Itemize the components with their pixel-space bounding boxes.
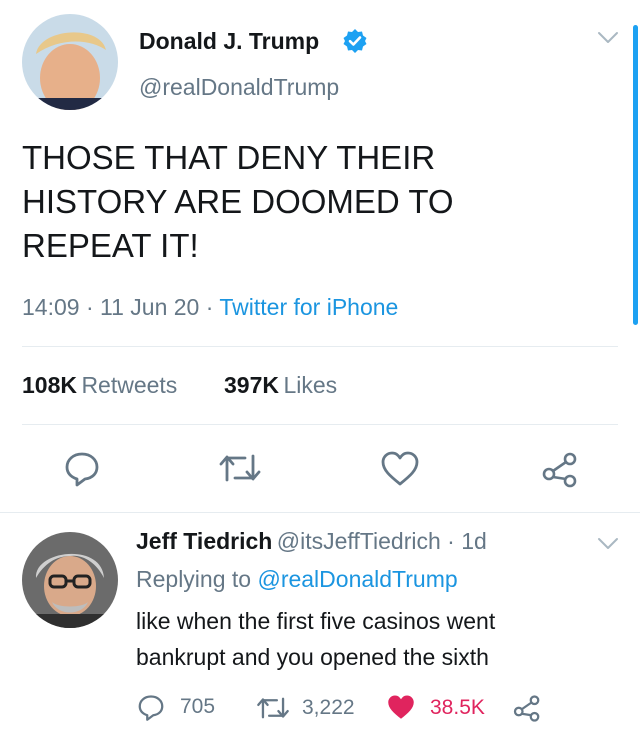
separator-dot: · (440, 528, 462, 554)
reply-share-button[interactable] (512, 692, 542, 722)
reply-header: Jeff Tiedrich @itsJeffTiedrich · 1d (136, 528, 487, 555)
retweets-count: 108K (22, 372, 77, 398)
tweet-text-line: HISTORY ARE DOOMED TO (22, 183, 454, 220)
retweet-icon (257, 697, 289, 719)
share-icon (542, 452, 577, 488)
reply-author-name[interactable]: Jeff Tiedrich (136, 528, 272, 554)
tweet-text-line: THOSE THAT DENY THEIR (22, 139, 436, 176)
tweet-options-chevron-icon[interactable] (597, 31, 619, 45)
separator-dot: · (79, 294, 101, 320)
reply-icon (138, 695, 164, 721)
reply-text-line: like when the first five casinos went (136, 608, 496, 634)
divider (0, 512, 640, 513)
likes-stat[interactable]: 397K Likes (224, 372, 337, 399)
reply-retweet-button[interactable]: 3,222 (256, 694, 355, 722)
replying-to: Replying to @realDonaldTrump (136, 566, 458, 593)
divider (22, 346, 618, 347)
share-icon (513, 695, 540, 722)
tweet-metadata: 14:09 · 11 Jun 20 · Twitter for iPhone (22, 294, 398, 321)
reply-retweet-count: 3,222 (302, 696, 355, 719)
like-icon (381, 451, 419, 486)
reply-author-handle[interactable]: @itsJeffTiedrich (277, 528, 441, 554)
divider (22, 424, 618, 425)
replying-to-label: Replying to (136, 566, 252, 592)
share-button[interactable] (540, 448, 580, 488)
tweet-time[interactable]: 14:09 (22, 294, 80, 320)
retweets-stat[interactable]: 108K Retweets (22, 372, 177, 399)
retweet-icon (219, 454, 261, 482)
retweets-label: Retweets (81, 372, 178, 398)
reply-text-line: bankrupt and you opened the sixth (136, 644, 489, 670)
retweet-button[interactable] (218, 450, 262, 486)
reply-text: like when the first five casinos went ba… (136, 603, 495, 675)
reply-options-chevron-icon[interactable] (597, 537, 619, 551)
scrollbar[interactable] (633, 25, 638, 325)
reply-author-avatar[interactable] (22, 532, 118, 628)
tweet-text: THOSE THAT DENY THEIR HISTORY ARE DOOMED… (22, 136, 454, 268)
reply-button[interactable] (62, 448, 102, 488)
tweet-source-link[interactable]: Twitter for iPhone (219, 294, 398, 320)
author-name[interactable]: Donald J. Trump (139, 28, 319, 55)
replying-to-handle-link[interactable]: @realDonaldTrump (257, 566, 457, 592)
tweet-text-line: REPEAT IT! (22, 227, 199, 264)
reply-icon (65, 452, 99, 487)
likes-label: Likes (283, 372, 338, 398)
author-avatar[interactable] (22, 14, 118, 110)
separator-dot: · (199, 294, 220, 320)
reply-reply-button[interactable]: 705 (136, 692, 215, 722)
verified-badge-icon (342, 28, 368, 54)
author-handle[interactable]: @realDonaldTrump (139, 74, 339, 101)
like-filled-icon (388, 695, 414, 719)
reply-like-button[interactable]: 38.5K (386, 693, 485, 722)
tweet-date[interactable]: 11 Jun 20 (100, 294, 199, 320)
reply-count: 705 (180, 695, 216, 718)
likes-count: 397K (224, 372, 279, 398)
reply-like-count: 38.5K (430, 695, 485, 719)
like-button[interactable] (380, 450, 420, 488)
reply-age[interactable]: 1d (461, 528, 487, 554)
